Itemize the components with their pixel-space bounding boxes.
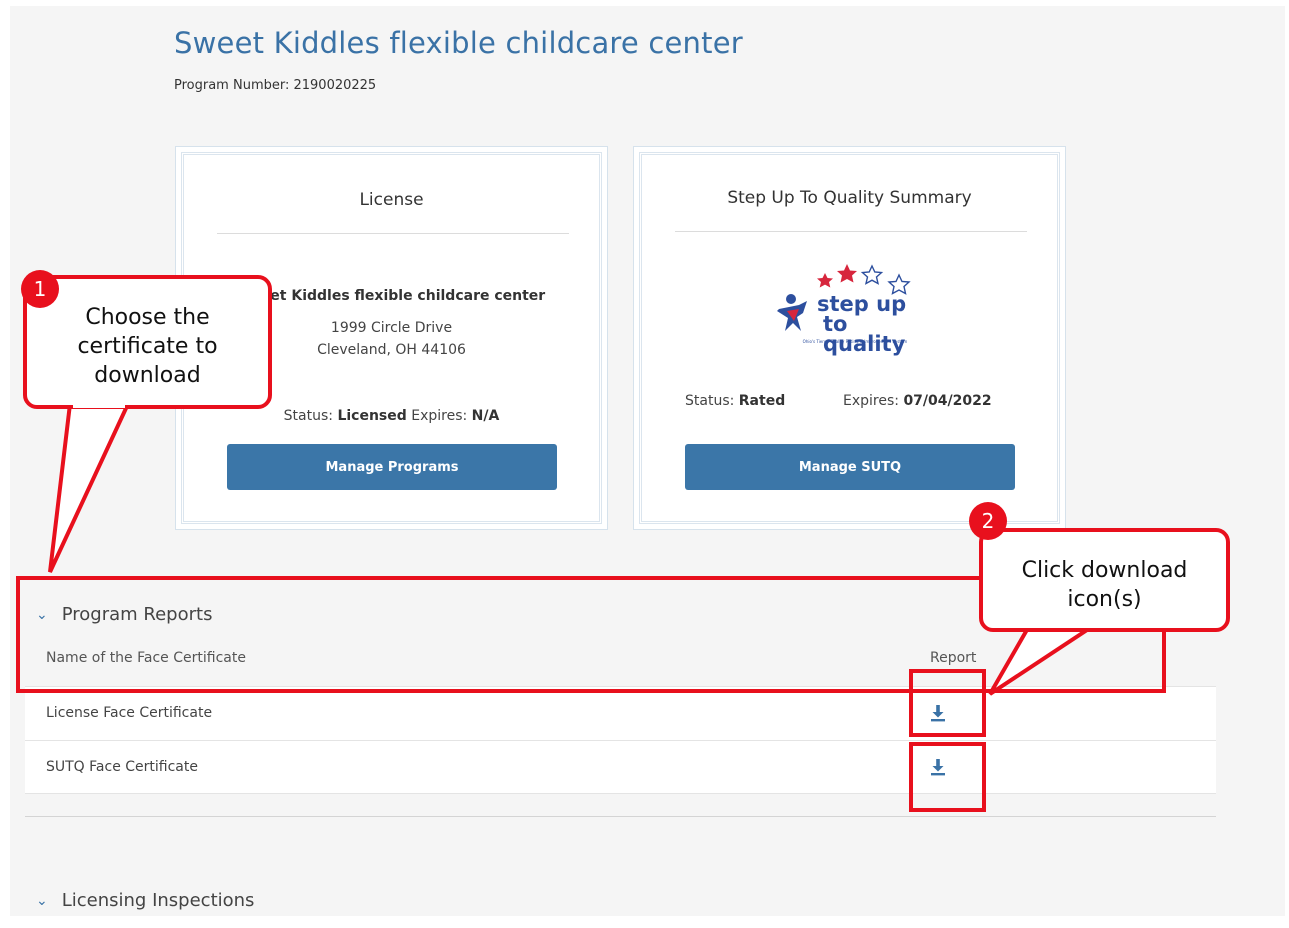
annotation-pointer-masks xyxy=(73,400,1087,632)
annotation-callout-2: Click download icon(s) xyxy=(979,528,1230,632)
callout-2-line2: icon(s) xyxy=(1067,587,1142,612)
annotation-step-badge-1: 1 xyxy=(21,270,59,308)
annotation-step-badge-2: 2 xyxy=(969,502,1007,540)
callout-2-line1: Click download xyxy=(1021,558,1188,583)
